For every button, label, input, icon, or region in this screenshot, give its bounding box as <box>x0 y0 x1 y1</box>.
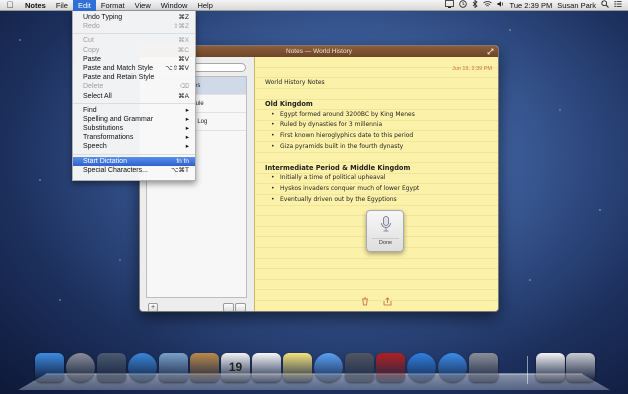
show-folders-button[interactable] <box>223 303 234 311</box>
note-date: Jun 19, 2:39 PM <box>451 66 492 72</box>
photo-booth-icon[interactable] <box>376 353 405 382</box>
menu-separator <box>73 102 195 104</box>
time-machine-icon[interactable] <box>444 0 454 11</box>
menu-help[interactable]: Help <box>192 0 217 11</box>
menu-item-speech[interactable]: Speech ▸ <box>73 142 195 151</box>
note-bullet: First known hieroglyphics date to this p… <box>265 131 495 142</box>
menubar-clock[interactable]: Tue 2:39 PM <box>510 0 553 11</box>
note-paper[interactable]: Jun 19, 2:39 PM World History Notes Old K… <box>254 57 498 311</box>
clock-status-icon[interactable] <box>458 0 467 11</box>
note-bullet: Eventually driven out by the Egyptions <box>265 195 495 206</box>
calendar-date: 19 <box>228 360 243 374</box>
safari-icon[interactable] <box>128 353 157 382</box>
menu-item-paste[interactable]: Paste ⌘V <box>73 55 195 64</box>
notes-icon[interactable] <box>283 353 312 382</box>
edit-menu: Undo Typing ⌘Z Redo ⇧⌘Z Cut ⌘X Copy ⌘C Paste… <box>72 11 196 181</box>
menu-bar:  Notes File Edit Format View Window Hel… <box>0 0 628 11</box>
new-note-button[interactable]: + <box>148 303 158 311</box>
menu-separator <box>73 153 195 155</box>
apple-menu-icon[interactable]:  <box>0 0 20 10</box>
document-icon[interactable] <box>536 353 565 382</box>
sidebar-toolbar: + <box>146 303 247 311</box>
mail-icon[interactable] <box>159 353 188 382</box>
menu-app-name[interactable]: Notes <box>20 0 51 11</box>
mission-control-icon[interactable] <box>97 353 126 382</box>
note-bullet: Initially a time of political upheaval <box>265 173 495 184</box>
app-store-icon[interactable] <box>438 353 467 382</box>
menu-item-special-characters[interactable]: Special Characters... ⌥⌘T <box>73 166 195 175</box>
note-bullet: Egypt formed around 3200BC by King Menes <box>265 110 495 121</box>
menu-item-transformations[interactable]: Transformations ▸ <box>73 133 195 142</box>
system-preferences-icon[interactable] <box>469 353 498 382</box>
menu-item-paste-match-style[interactable]: Paste and Match Style ⌥⇧⌘V <box>73 64 195 73</box>
trash-icon[interactable] <box>566 353 595 382</box>
menu-separator <box>73 33 195 35</box>
fullscreen-icon[interactable] <box>487 48 494 57</box>
facetime-icon[interactable] <box>345 353 374 382</box>
itunes-icon[interactable] <box>407 353 436 382</box>
note-bullet: Ruled by dynasties for 3 millennia <box>265 120 495 131</box>
notification-center-icon[interactable] <box>614 0 622 11</box>
trash-note-icon[interactable] <box>361 297 369 308</box>
contacts-icon[interactable] <box>190 353 219 382</box>
share-icon[interactable] <box>383 297 392 308</box>
menu-item-spelling[interactable]: Spelling and Grammar ▸ <box>73 115 195 124</box>
note-footer <box>255 297 498 308</box>
menubar-user-name[interactable]: Susan Park <box>557 0 596 11</box>
bluetooth-icon[interactable] <box>472 0 478 11</box>
wifi-icon[interactable] <box>482 0 492 11</box>
menu-view[interactable]: View <box>130 0 156 11</box>
note-line <box>265 152 495 163</box>
finder-icon[interactable] <box>35 353 64 382</box>
dictation-popup: Done <box>366 210 404 252</box>
spotlight-icon[interactable] <box>601 0 609 11</box>
menu-edit[interactable]: Edit <box>72 0 96 11</box>
menu-item-redo: Redo ⇧⌘Z <box>83 23 189 31</box>
calendar-icon[interactable]: 19 <box>221 353 250 382</box>
menu-window[interactable]: Window <box>156 0 193 11</box>
microphone-icon <box>380 216 392 235</box>
reminders-icon[interactable] <box>252 353 281 382</box>
note-body[interactable]: World History Notes Old KingdomEgypt form… <box>265 78 495 205</box>
menu-format[interactable]: Format <box>96 0 130 11</box>
note-line <box>265 89 495 100</box>
view-toggle-button[interactable] <box>235 303 246 311</box>
menu-item-find[interactable]: Find ▸ <box>73 106 195 115</box>
menu-item-delete: Delete ⌫ <box>83 83 189 91</box>
note-line: World History Notes <box>265 79 325 86</box>
menu-file[interactable]: File <box>51 0 73 11</box>
volume-icon[interactable] <box>497 0 505 11</box>
note-bullet: Giza pyramids built in the fourth dynast… <box>265 142 495 153</box>
menu-item-paste-retain-style[interactable]: Paste and Retain Style <box>73 73 195 82</box>
menu-item-select-all[interactable]: Select All ⌘A <box>73 92 195 101</box>
dock-separator <box>527 356 528 384</box>
menu-item-cut: Cut ⌘X <box>83 37 189 45</box>
note-bullet: Hyskos invaders conquer much of lower Eg… <box>265 184 495 195</box>
menu-item-undo[interactable]: Undo Typing ⌘Z <box>73 13 195 22</box>
messages-icon[interactable] <box>314 353 343 382</box>
dictation-done-button[interactable]: Done <box>372 238 399 247</box>
note-heading: Intermediate Period & Middle Kingdom <box>265 163 411 172</box>
launchpad-icon[interactable] <box>66 353 95 382</box>
menu-item-start-dictation[interactable]: Start Dictation fn fn <box>73 156 195 166</box>
menu-item-copy: Copy ⌘C <box>83 46 189 54</box>
menu-item-substitutions[interactable]: Substitutions ▸ <box>73 124 195 133</box>
note-heading: Old Kingdom <box>265 100 313 109</box>
